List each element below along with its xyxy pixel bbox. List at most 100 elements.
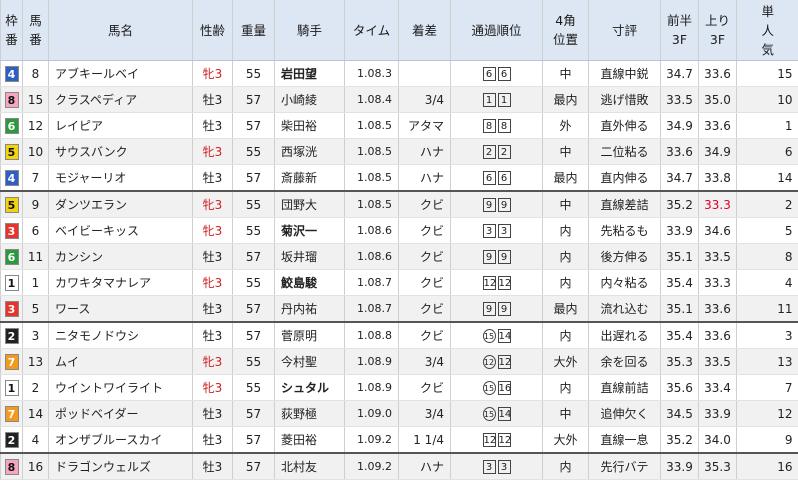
popularity-cell: 9 xyxy=(736,426,798,454)
passing-order: 12 12 xyxy=(450,348,543,375)
passing-position: 1 xyxy=(497,92,511,107)
header-weight: 重量 xyxy=(232,0,275,61)
jockey-name: 北村友 xyxy=(274,453,345,480)
margin-cell xyxy=(398,60,451,87)
sex-age: 牝3 xyxy=(192,138,233,165)
jockey-name: 鮫島駿 xyxy=(274,269,345,296)
passing-order: 66 xyxy=(450,60,543,87)
passing-position: 9 xyxy=(482,249,496,264)
popularity-cell: 6 xyxy=(736,138,798,165)
horse-name: ワース xyxy=(48,295,193,323)
comment-cell: 直線差詰 xyxy=(588,191,661,218)
sex-age: 牝3 xyxy=(192,217,233,244)
umaban-cell: 6 xyxy=(22,217,49,244)
corner4-position: 内 xyxy=(542,269,589,296)
first3f-cell: 35.4 xyxy=(660,322,699,349)
weight-cell: 57 xyxy=(232,86,275,113)
sex-age: 牡3 xyxy=(192,426,233,454)
waku-badge: 7 xyxy=(4,405,19,422)
header-umaban: 馬番 xyxy=(22,0,49,61)
comment-cell: 先行バテ xyxy=(588,453,661,480)
last3f-cell: 34.0 xyxy=(698,426,737,454)
waku-cell: 3 xyxy=(0,295,23,323)
passing-position: 9 xyxy=(497,249,511,264)
waku-cell: 7 xyxy=(0,400,23,427)
margin-cell: ハナ xyxy=(398,138,451,165)
passing-position: 14 xyxy=(497,406,512,421)
popularity-cell: 1 xyxy=(736,112,798,139)
sex-age: 牝3 xyxy=(192,374,233,401)
sex-age: 牡3 xyxy=(192,112,233,139)
weight-cell: 55 xyxy=(232,60,275,87)
table-row: 7 13 ムイ 牝3 55 今村聖 1.08.9 3/4 12 12 大外 余を回る 35.3 33.5 1… xyxy=(0,348,798,375)
jockey-name: 斎藤新 xyxy=(274,164,345,192)
umaban-cell: 2 xyxy=(22,374,49,401)
jockey-name: 団野大 xyxy=(274,191,345,218)
table-row: 4 8 アブキールベイ 牝3 55 岩田望 1.08.3 6 6 中直線中鋭 34.7 33.6 15 xyxy=(0,60,798,87)
time-cell: 1.08.6 xyxy=(344,243,399,270)
table-row: 7 14 ポッドベイダー 牡3 57 荻野極 1.09.0 3/4 15 14 中追伸欠く 34.5 3… xyxy=(0,400,798,427)
umaban-cell: 9 xyxy=(22,191,49,218)
margin-cell: クビ xyxy=(398,191,451,218)
corner4-position: 最内 xyxy=(542,164,589,192)
popularity-cell: 8 xyxy=(736,243,798,270)
header-horse: 馬名 xyxy=(48,0,193,61)
passing-position: 12 xyxy=(482,275,497,290)
passing-position: 2 xyxy=(482,144,496,159)
time-cell: 1.08.7 xyxy=(344,269,399,296)
umaban-cell: 11 xyxy=(22,243,49,270)
waku-cell: 4 xyxy=(0,164,23,192)
passing-position: 15 xyxy=(482,380,496,395)
sex-age: 牡3 xyxy=(192,400,233,427)
time-cell: 1.09.0 xyxy=(344,400,399,427)
table-row: 8 15 クラスペディア 牡3 57 小崎綾 1.08.4 3/4 1 1 最内 逃げ惜敗 33.5 35… xyxy=(0,86,798,113)
comment-cell: 直線一息 xyxy=(588,426,661,454)
header-margin: 着差 xyxy=(398,0,451,61)
jockey-name: 菅原明 xyxy=(274,322,345,349)
time-cell: 1.08.5 xyxy=(344,112,399,139)
passing-position: 3 xyxy=(482,459,496,474)
first3f-cell: 35.2 xyxy=(660,191,699,218)
first3f-cell: 34.7 xyxy=(660,60,699,87)
result-body: 4 8 アブキールベイ 牝3 55 岩田望 1.08.3 6 6 中直線中鋭 34.7 33.6 15 8… xyxy=(0,60,798,480)
popularity-cell: 7 xyxy=(736,374,798,401)
margin-cell: 1 1/4 xyxy=(398,426,451,454)
passing-order: 12 12 xyxy=(450,426,543,454)
umaban-cell: 12 xyxy=(22,112,49,139)
comment-cell: 二位粘る xyxy=(588,138,661,165)
waku-cell: 2 xyxy=(0,322,23,349)
last3f-cell: 33.5 xyxy=(698,348,737,375)
jockey-name: 菱田裕 xyxy=(274,426,345,454)
sex-age: 牡3 xyxy=(192,453,233,480)
time-cell: 1.08.9 xyxy=(344,374,399,401)
corner4-position: 大外 xyxy=(542,426,589,454)
table-row: 2 4 オンザブルースカイ 牡3 57 菱田裕 1.09.2 1 1/4 12 12 大外 直線一息 3… xyxy=(0,426,798,454)
table-row: 8 16 ドラゴンウェルズ 牡3 57 北村友 1.09.2 ハナ 3 3 内先行バテ 33.9 35.… xyxy=(0,453,798,480)
umaban-cell: 10 xyxy=(22,138,49,165)
weight-cell: 57 xyxy=(232,322,275,349)
time-cell: 1.09.2 xyxy=(344,453,399,480)
margin-cell: クビ xyxy=(398,217,451,244)
waku-cell: 8 xyxy=(0,86,23,113)
umaban-cell: 16 xyxy=(22,453,49,480)
passing-position: 12 xyxy=(497,432,512,447)
popularity-cell: 14 xyxy=(736,164,798,192)
first3f-cell: 35.6 xyxy=(660,374,699,401)
last3f-cell: 33.8 xyxy=(698,164,737,192)
corner4-position: 中 xyxy=(542,60,589,87)
last3f-cell: 33.4 xyxy=(698,374,737,401)
comment-cell: 直線前詰 xyxy=(588,374,661,401)
table-row: 3 5 ワース 牡3 57 丹内祐 1.08.7 クビ 9 9 最内 流れ込む 35.1 33.6 11 xyxy=(0,295,798,323)
umaban-cell: 1 xyxy=(22,269,49,296)
waku-cell: 4 xyxy=(0,60,23,87)
weight-cell: 55 xyxy=(232,348,275,375)
race-result-table-container: { "headers": { "waku": ["枠","番"], "umaba… xyxy=(0,0,798,489)
first3f-cell: 35.1 xyxy=(660,295,699,323)
passing-position: 9 xyxy=(497,197,511,212)
table-row: 1 2 ウイントワイライト 牝3 55 シュタル 1.08.9 クビ 15 16 内直線前詰 35.6… xyxy=(0,374,798,401)
sex-age: 牡3 xyxy=(192,295,233,323)
umaban-cell: 5 xyxy=(22,295,49,323)
passing-position: 12 xyxy=(482,432,497,447)
weight-cell: 55 xyxy=(232,138,275,165)
popularity-cell: 2 xyxy=(736,191,798,218)
